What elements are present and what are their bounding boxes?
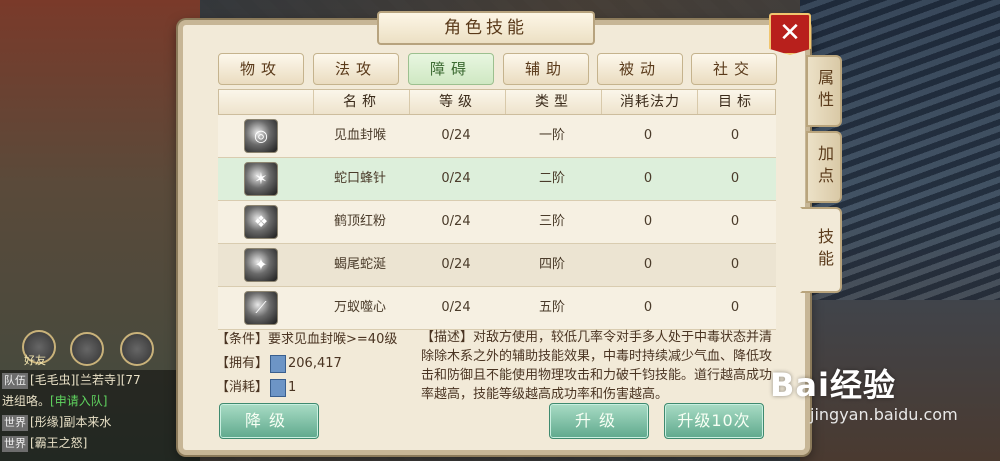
skill-mana: 0 — [643, 257, 653, 272]
table-row[interactable]: ◎ 见血封喉 0/24 一阶 0 0 — [218, 115, 776, 158]
skill-mana: 0 — [643, 171, 653, 186]
skill-name: 蝎尾蛇涎 — [333, 257, 386, 272]
table-row[interactable]: ⟋ 万蚁噬心 0/24 五阶 0 0 — [218, 287, 776, 330]
skill-requirements: 【条件】要求见血封喉>=40级 【拥有】 206,417 【消耗】 1 — [216, 328, 397, 400]
skill-name: 见血封喉 — [333, 128, 386, 143]
chat-line: 世界 [彤缘]副本来水 — [2, 415, 112, 431]
cost-line: 【消耗】 1 — [216, 378, 297, 397]
close-button[interactable]: ✕ — [769, 13, 811, 55]
skill-type: 一阶 — [538, 128, 565, 143]
skill-mana: 0 — [643, 300, 653, 315]
table-row[interactable]: ✶ 蛇口蜂针 0/24 二阶 0 0 — [218, 158, 776, 201]
skill-level: 0/24 — [441, 257, 471, 272]
watermark-logo: Bai经验 — [770, 366, 896, 404]
microphone-icon[interactable] — [120, 332, 154, 366]
col-type: 类型 — [505, 90, 602, 114]
col-level: 等级 — [409, 90, 506, 114]
tab-social[interactable]: 社交 — [691, 53, 777, 85]
skill-level: 0/24 — [441, 300, 471, 315]
skill-icon-emblem: ❖ — [244, 205, 278, 239]
skill-target: 0 — [730, 300, 740, 315]
skill-icon-sparkle: ✦ — [244, 248, 278, 282]
tab-physical-attack[interactable]: 物攻 — [218, 53, 304, 85]
dialog-title: 角色技能 — [377, 11, 595, 45]
skill-name: 蛇口蜂针 — [333, 171, 386, 186]
side-tab-skills[interactable]: 技能 — [800, 207, 842, 293]
skill-type: 五阶 — [538, 300, 565, 315]
tab-support[interactable]: 辅助 — [503, 53, 589, 85]
skill-target: 0 — [730, 257, 740, 272]
skill-name: 万蚁噬心 — [333, 300, 386, 315]
skill-target: 0 — [730, 128, 740, 143]
upgrade-10-button[interactable]: 升级10次 — [664, 403, 764, 439]
skill-name: 鹤顶红粉 — [333, 214, 386, 229]
chat-bubble-icon[interactable] — [70, 332, 104, 366]
skill-icon-swirl: ◎ — [244, 119, 278, 153]
upgrade-button[interactable]: 升级 — [549, 403, 649, 439]
skill-description: 【描述】对敌方使用，较低几率令对手多人处于中毒状态并清除除木系之外的辅助技能效果… — [421, 330, 773, 402]
condition-line: 【条件】要求见血封喉>=40级 — [216, 332, 398, 347]
skill-type: 二阶 — [538, 171, 565, 186]
tab-magic-attack[interactable]: 法攻 — [313, 53, 399, 85]
apply-join-link[interactable]: [申请入队] — [50, 394, 107, 408]
chat-line: 进组咯。[申请入队] — [2, 394, 108, 408]
owned-line: 【拥有】 206,417 — [216, 354, 342, 373]
side-tab-points[interactable]: 加点 — [806, 131, 842, 203]
chat-line: 队伍 [毛毛虫][兰若寺][77 — [2, 373, 141, 389]
watermark-url: jingyan.baidu.com — [810, 405, 958, 424]
friend-label: 好友 — [24, 354, 46, 367]
col-mana: 消耗法力 — [601, 90, 698, 114]
chat-panel: 队伍 [毛毛虫][兰若寺][77 进组咯。[申请入队] 世界 [彤缘]副本来水 世界… — [0, 370, 200, 461]
skill-level: 0/24 — [441, 128, 471, 143]
skill-mana: 0 — [643, 214, 653, 229]
skill-target: 0 — [730, 214, 740, 229]
skill-target: 0 — [730, 171, 740, 186]
table-header: 名称 等级 类型 消耗法力 目标 — [218, 89, 776, 115]
tab-obstacle[interactable]: 障碍 — [408, 53, 494, 85]
chat-line: 世界 [霸王之怒] — [2, 436, 88, 452]
skill-type: 四阶 — [538, 257, 565, 272]
col-name: 名称 — [313, 90, 410, 114]
baidu-watermark: Bai经验 jingyan.baidu.com — [770, 360, 958, 424]
skill-type: 三阶 — [538, 214, 565, 229]
table-row[interactable]: ✦ 蝎尾蛇涎 0/24 四阶 0 0 — [218, 244, 776, 287]
skill-book-icon — [270, 378, 287, 397]
skill-icon-spike: ✶ — [244, 162, 278, 196]
skill-table: 名称 等级 类型 消耗法力 目标 ◎ 见血封喉 0/24 一阶 0 0 ✶ 蛇口… — [218, 89, 776, 330]
col-icon — [219, 90, 313, 114]
col-target: 目标 — [697, 90, 776, 114]
skill-icon-slash: ⟋ — [244, 291, 278, 325]
skill-level: 0/24 — [441, 214, 471, 229]
skill-dialog: 角色技能 ✕ 物攻 法攻 障碍 辅助 被动 社交 名称 等级 类型 消耗法力 目… — [178, 11, 811, 455]
skill-book-icon — [270, 354, 287, 373]
skill-mana: 0 — [643, 128, 653, 143]
tab-passive[interactable]: 被动 — [597, 53, 683, 85]
skill-level: 0/24 — [441, 171, 471, 186]
side-tab-attributes[interactable]: 属性 — [806, 55, 842, 127]
downgrade-button[interactable]: 降级 — [219, 403, 319, 439]
table-row[interactable]: ❖ 鹤顶红粉 0/24 三阶 0 0 — [218, 201, 776, 244]
